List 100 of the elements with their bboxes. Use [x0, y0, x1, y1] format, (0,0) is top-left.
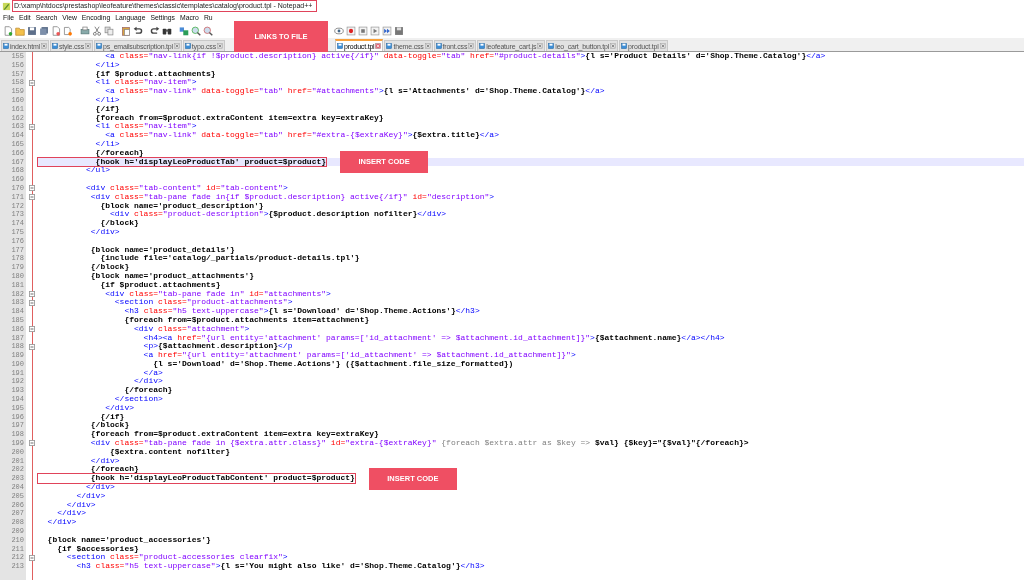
- code-line: </div>: [75, 491, 106, 501]
- code-line: {/block}: [89, 421, 130, 431]
- app-icon: [2, 1, 11, 11]
- code-line: <a class="nav-link{if !$product.description} active{/if}" data-toggle="tab" href="#product-details">{l s='Product Details' d='Shop.Theme.Catalog'}</a>: [104, 52, 826, 61]
- code-line: </section>: [113, 395, 163, 404]
- play-icon[interactable]: [370, 25, 380, 36]
- code-line: <a class="nav-link" data-toggle="tab" href="#extra-{$extraKey}">{$extra.title}</a>: [104, 131, 499, 140]
- code-line: {if $accessories}: [57, 544, 139, 553]
- code-line: </div>: [65, 500, 96, 510]
- fold-minus-icon[interactable]: [29, 299, 35, 306]
- fold-minus-icon[interactable]: [29, 123, 35, 130]
- code-line: {block name='product_accessories'}: [46, 535, 211, 544]
- code-line: {/if}: [94, 104, 120, 113]
- folder-icon[interactable]: [15, 25, 25, 36]
- replace-icon[interactable]: [179, 25, 189, 36]
- code-line: {/foreach}: [94, 148, 144, 157]
- redo-icon[interactable]: [150, 25, 160, 36]
- code-line: {/block}: [99, 219, 139, 228]
- code-line: <div class="attachment">: [134, 324, 250, 334]
- eye-icon[interactable]: [334, 25, 344, 36]
- close-icon[interactable]: [610, 43, 617, 49]
- copy-icon[interactable]: [104, 25, 114, 36]
- code-line: <li class="nav-item">: [94, 122, 197, 132]
- code-line: </a>: [142, 368, 163, 378]
- code-line: {foreach from=$product.extraContent item=extra key=extraKey}: [94, 113, 384, 122]
- file-icon: [435, 43, 442, 49]
- code-line: <div class="tab-pane fade in {$extra.attr.class}" id="extra-{$extraKey}" {foreach $extra.attr as $key => $val} {$key}="{$val}"{/foreach}>: [89, 439, 749, 448]
- save-icon[interactable]: [27, 25, 37, 36]
- code-line: <a href="{url entity='attachment' params=['id_attachment' => $attachment.id_attachment]}">: [142, 351, 576, 360]
- code-line: </div>: [89, 456, 120, 466]
- code-line: </div>: [56, 509, 86, 519]
- code-line: <h4><a href="{url entity='attachment' params=['id_attachment' => $attachment.id_attachment]}">{$attachment.name}</a></h4>: [142, 333, 725, 342]
- code-line: <p>{$attachment.description}</p: [142, 342, 293, 352]
- code-line: {foreach from=$product.attachments item=attachment}: [123, 315, 370, 324]
- code-line: {if $product.attachments}: [100, 280, 221, 289]
- file-icon: [3, 43, 9, 49]
- scissors-icon[interactable]: [92, 25, 102, 36]
- printer-icon[interactable]: [80, 25, 90, 36]
- code-line: <h3 class="h5 text-uppercase">{l s='Download' d='Shop.Theme.Actions'}</h3>: [123, 307, 480, 316]
- close-icon[interactable]: [84, 43, 91, 49]
- close-icon[interactable]: [40, 43, 47, 49]
- clipboard-icon[interactable]: [121, 25, 131, 36]
- stop-icon[interactable]: [358, 25, 368, 36]
- file-icon: [621, 43, 628, 49]
- close-file-icon[interactable]: [51, 25, 61, 36]
- file-icon: [479, 43, 486, 49]
- undo-icon[interactable]: [133, 25, 143, 36]
- code-line: </div>: [104, 403, 134, 413]
- save-icon[interactable]: [394, 25, 404, 36]
- file-icon: [336, 43, 343, 49]
- code-line: {if $product.attachments}: [94, 69, 216, 78]
- close-all-icon[interactable]: [63, 25, 73, 36]
- code-line: <section class="product-accessories clearfix">: [66, 553, 288, 563]
- fold-minus-icon[interactable]: [29, 554, 35, 561]
- close-icon[interactable]: [537, 43, 544, 49]
- code-line: <li class="nav-item">: [94, 78, 197, 88]
- code-line: {foreach from=$product.extraContent item=extra key=extraKey}: [89, 430, 379, 440]
- zoom-out-icon[interactable]: [203, 25, 213, 36]
- code-line: <a class="nav-link" data-toggle="tab" href="#attachments">{l s='Attachments' d='Shop.Theme.Catalog'}</a>: [104, 87, 605, 96]
- code-line: <h3 class="h5 text-uppercase">{l s='You might also like' d='Shop.Theme.Catalog'}</h3>: [75, 562, 485, 571]
- fast-forward-icon[interactable]: [382, 25, 392, 36]
- code-line: <section class="product-attachments">: [113, 298, 293, 308]
- file-icon: [51, 43, 58, 49]
- fold-minus-icon[interactable]: [29, 440, 35, 447]
- code-line: </div>: [89, 227, 120, 237]
- file-icon: [95, 43, 102, 49]
- code-line: {block name='product_details'}: [89, 245, 235, 254]
- code-line: </div>: [133, 377, 163, 387]
- code-line: {include file='catalog/_partials/product-details.tpl'}: [100, 254, 360, 264]
- code-line: {hook h='displayLeoProductTab' product=$product}: [38, 157, 327, 167]
- close-icon[interactable]: [173, 43, 180, 49]
- code-line: </ul>: [85, 166, 110, 176]
- code-line: </div>: [85, 483, 115, 492]
- code-line: {/foreach}: [123, 386, 173, 396]
- code-line: <div class="product-description">{$product.description nofilter}</div>: [110, 210, 447, 220]
- file-icon: [184, 43, 191, 49]
- close-icon[interactable]: [375, 43, 382, 49]
- file-icon: [386, 43, 393, 49]
- zoom-in-icon[interactable]: [191, 25, 201, 36]
- fold-minus-icon[interactable]: [29, 290, 35, 297]
- save-all-icon[interactable]: [39, 25, 49, 36]
- fold-minus-icon[interactable]: [29, 185, 35, 192]
- close-icon[interactable]: [468, 43, 475, 49]
- fold-minus-icon[interactable]: [29, 343, 35, 350]
- fold-minus-icon[interactable]: [29, 79, 35, 86]
- close-icon[interactable]: [216, 43, 223, 49]
- record-icon[interactable]: [346, 25, 356, 36]
- fold-minus-icon[interactable]: [29, 326, 35, 333]
- file-icon: [548, 43, 555, 49]
- close-icon[interactable]: [424, 43, 431, 49]
- code-line: {l s='Download' d='Shop.Theme.Actions'} ({$attachment.file_size_formatted}): [153, 359, 514, 368]
- code-line: {block name='product_attachments'}: [89, 271, 255, 280]
- close-icon[interactable]: [659, 43, 666, 49]
- code-line: <div class="tab-pane fade in" id="attachments">: [104, 289, 331, 298]
- code-line: {/block}: [89, 263, 130, 272]
- code-line: {block name='product_description'}: [99, 201, 264, 210]
- fold-minus-icon[interactable]: [29, 194, 35, 201]
- code-line: </li>: [94, 60, 120, 70]
- new-file-icon[interactable]: [3, 25, 13, 36]
- code-line: </li>: [94, 96, 120, 105]
